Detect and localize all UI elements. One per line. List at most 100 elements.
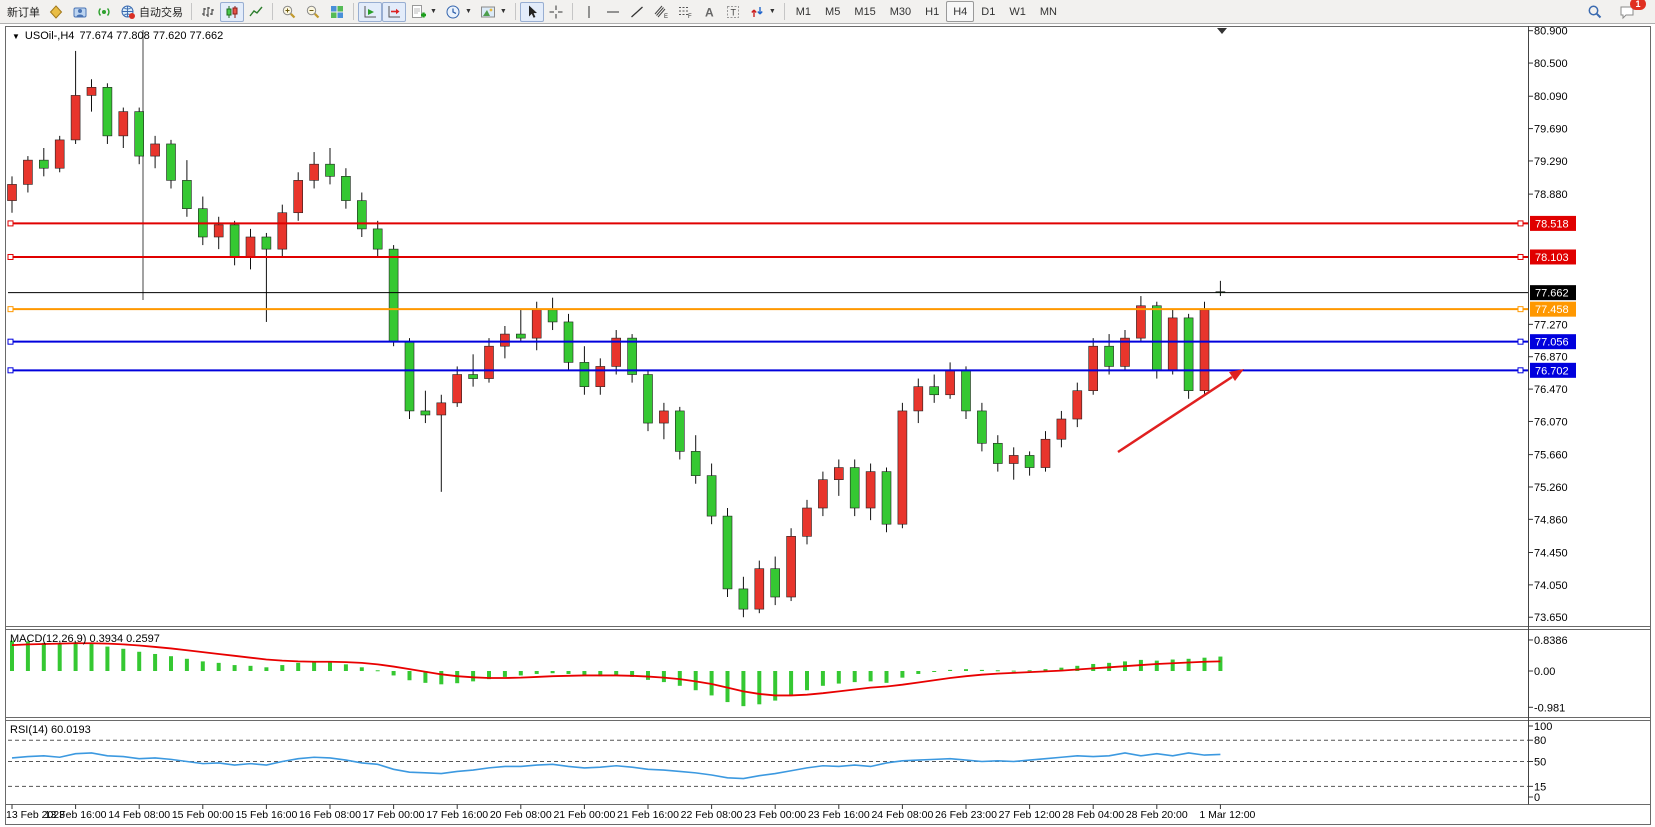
fibonacci-tool-icon[interactable]: F xyxy=(673,2,697,22)
timeframe-button-m15[interactable]: M15 xyxy=(847,1,882,22)
macd-histogram-bar xyxy=(805,671,809,690)
price-tick-label: 80.090 xyxy=(1534,91,1568,103)
macd-histogram-bar xyxy=(567,671,571,674)
line-chart-icon[interactable] xyxy=(244,2,268,22)
autotrade-globe-icon xyxy=(120,4,136,20)
search-icon[interactable] xyxy=(1583,2,1607,22)
macd-histogram-bar xyxy=(169,656,173,671)
candle-body xyxy=(659,411,668,423)
price-line-handle[interactable] xyxy=(1518,254,1523,259)
templates-dropdown-caret[interactable]: ▼ xyxy=(500,8,507,15)
time-tick-label: 16 Feb 08:00 xyxy=(299,809,361,821)
cursor-icon[interactable] xyxy=(520,2,544,22)
time-tick-label: 15 Feb 00:00 xyxy=(172,809,234,821)
candle-body xyxy=(993,443,1002,463)
timeframe-group: M1M5M15M30H1H4D1W1MN xyxy=(789,1,1064,22)
timeframe-button-d1[interactable]: D1 xyxy=(974,1,1002,22)
macd-histogram-bar xyxy=(1218,657,1222,671)
indicators-dropdown-caret[interactable]: ▼ xyxy=(430,8,437,15)
timeframe-button-m1[interactable]: M1 xyxy=(789,1,818,22)
price-line-handle[interactable] xyxy=(8,221,13,226)
chart-shift-icon[interactable] xyxy=(382,2,406,22)
indicators-icon[interactable]: ▼ xyxy=(406,2,441,22)
auto-scroll-icon[interactable] xyxy=(358,2,382,22)
candle-body xyxy=(453,375,462,403)
crosshair-icon[interactable] xyxy=(544,2,568,22)
price-line-handle[interactable] xyxy=(8,368,13,373)
timeframe-button-mn[interactable]: MN xyxy=(1033,1,1064,22)
macd-histogram-bar xyxy=(757,671,761,704)
price-line-handle[interactable] xyxy=(8,339,13,344)
arrows-dropdown-caret[interactable]: ▼ xyxy=(769,8,776,15)
macd-histogram-bar xyxy=(249,666,253,671)
text-tool-icon[interactable]: A xyxy=(697,2,721,22)
candle-body xyxy=(103,87,112,136)
price-tick-label: 76.870 xyxy=(1534,352,1568,364)
timeframe-button-m30[interactable]: M30 xyxy=(883,1,918,22)
candle-body xyxy=(771,569,780,597)
vertical-line-tool-icon[interactable] xyxy=(577,2,601,22)
candle-body xyxy=(1025,455,1034,467)
candlestick-chart-icon[interactable] xyxy=(220,2,244,22)
bar-chart-icon[interactable] xyxy=(196,2,220,22)
trendline-tool-icon[interactable] xyxy=(625,2,649,22)
zoom-out-icon[interactable] xyxy=(301,2,325,22)
candle-body xyxy=(803,508,812,536)
time-tick-label: 20 Feb 08:00 xyxy=(490,809,552,821)
periods-clock-icon[interactable]: ▼ xyxy=(441,2,476,22)
timeframe-button-m5[interactable]: M5 xyxy=(818,1,847,22)
price-line-handle[interactable] xyxy=(8,254,13,259)
macd-histogram-bar xyxy=(1155,661,1159,671)
candle-body xyxy=(87,87,96,95)
candle-body xyxy=(1184,318,1193,391)
auto-trading-button[interactable]: 自动交易 xyxy=(116,2,187,22)
candle-body xyxy=(1105,346,1114,366)
macd-tick-label: 0.00 xyxy=(1534,666,1555,678)
price-badge-label: 77.662 xyxy=(1535,288,1569,300)
macd-histogram-bar xyxy=(408,671,412,680)
price-line-handle[interactable] xyxy=(8,307,13,312)
candle-body xyxy=(1136,306,1145,338)
time-tick-label: 22 Feb 08:00 xyxy=(681,809,743,821)
symbol-dropdown-icon[interactable]: ▼ xyxy=(12,32,20,41)
candle-body xyxy=(135,112,144,156)
timeframe-button-h4[interactable]: H4 xyxy=(946,1,974,22)
candle-body xyxy=(23,160,32,184)
price-line-handle[interactable] xyxy=(1518,339,1523,344)
macd-histogram-bar xyxy=(980,670,984,671)
tile-windows-icon[interactable] xyxy=(325,2,349,22)
macd-histogram-bar xyxy=(42,643,46,671)
candle-body xyxy=(1057,419,1066,439)
price-tick-label: 75.260 xyxy=(1534,482,1568,494)
channel-tool-icon[interactable]: E xyxy=(649,2,673,22)
price-tick-label: 76.470 xyxy=(1534,384,1568,396)
macd-histogram-bar xyxy=(312,661,316,671)
price-line-handle[interactable] xyxy=(1518,368,1523,373)
community-icon[interactable] xyxy=(68,2,92,22)
timeframe-button-w1[interactable]: W1 xyxy=(1002,1,1033,22)
templates-icon[interactable]: ▼ xyxy=(476,2,511,22)
macd-histogram-bar xyxy=(137,652,141,671)
macd-histogram-bar xyxy=(948,670,952,671)
horizontal-line-tool-icon[interactable] xyxy=(601,2,625,22)
periods-dropdown-caret[interactable]: ▼ xyxy=(465,8,472,15)
price-line-handle[interactable] xyxy=(1518,221,1523,226)
gold-icon[interactable] xyxy=(44,2,68,22)
candle-body xyxy=(818,480,827,508)
zoom-in-icon[interactable] xyxy=(277,2,301,22)
macd-histogram-bar xyxy=(1187,659,1191,671)
price-badge-label: 77.056 xyxy=(1535,337,1569,349)
signals-icon[interactable] xyxy=(92,2,116,22)
price-tick-label: 79.290 xyxy=(1534,156,1568,168)
arrows-tool-icon[interactable]: ▼ xyxy=(745,2,780,22)
timeframe-button-h1[interactable]: H1 xyxy=(918,1,946,22)
candle-body xyxy=(977,411,986,443)
macd-histogram-bar xyxy=(551,671,555,673)
price-line-handle[interactable] xyxy=(1518,307,1523,312)
new-order-button[interactable]: 新订单 xyxy=(3,2,44,22)
price-tick-label: 77.270 xyxy=(1534,319,1568,331)
chat-icon[interactable]: 1 xyxy=(1615,2,1640,22)
chart-title: ▼ USOil-,H4 77.674 77.808 77.620 77.662 xyxy=(12,30,223,42)
label-tool-icon[interactable]: T xyxy=(721,2,745,22)
macd-histogram-bar xyxy=(264,667,268,671)
